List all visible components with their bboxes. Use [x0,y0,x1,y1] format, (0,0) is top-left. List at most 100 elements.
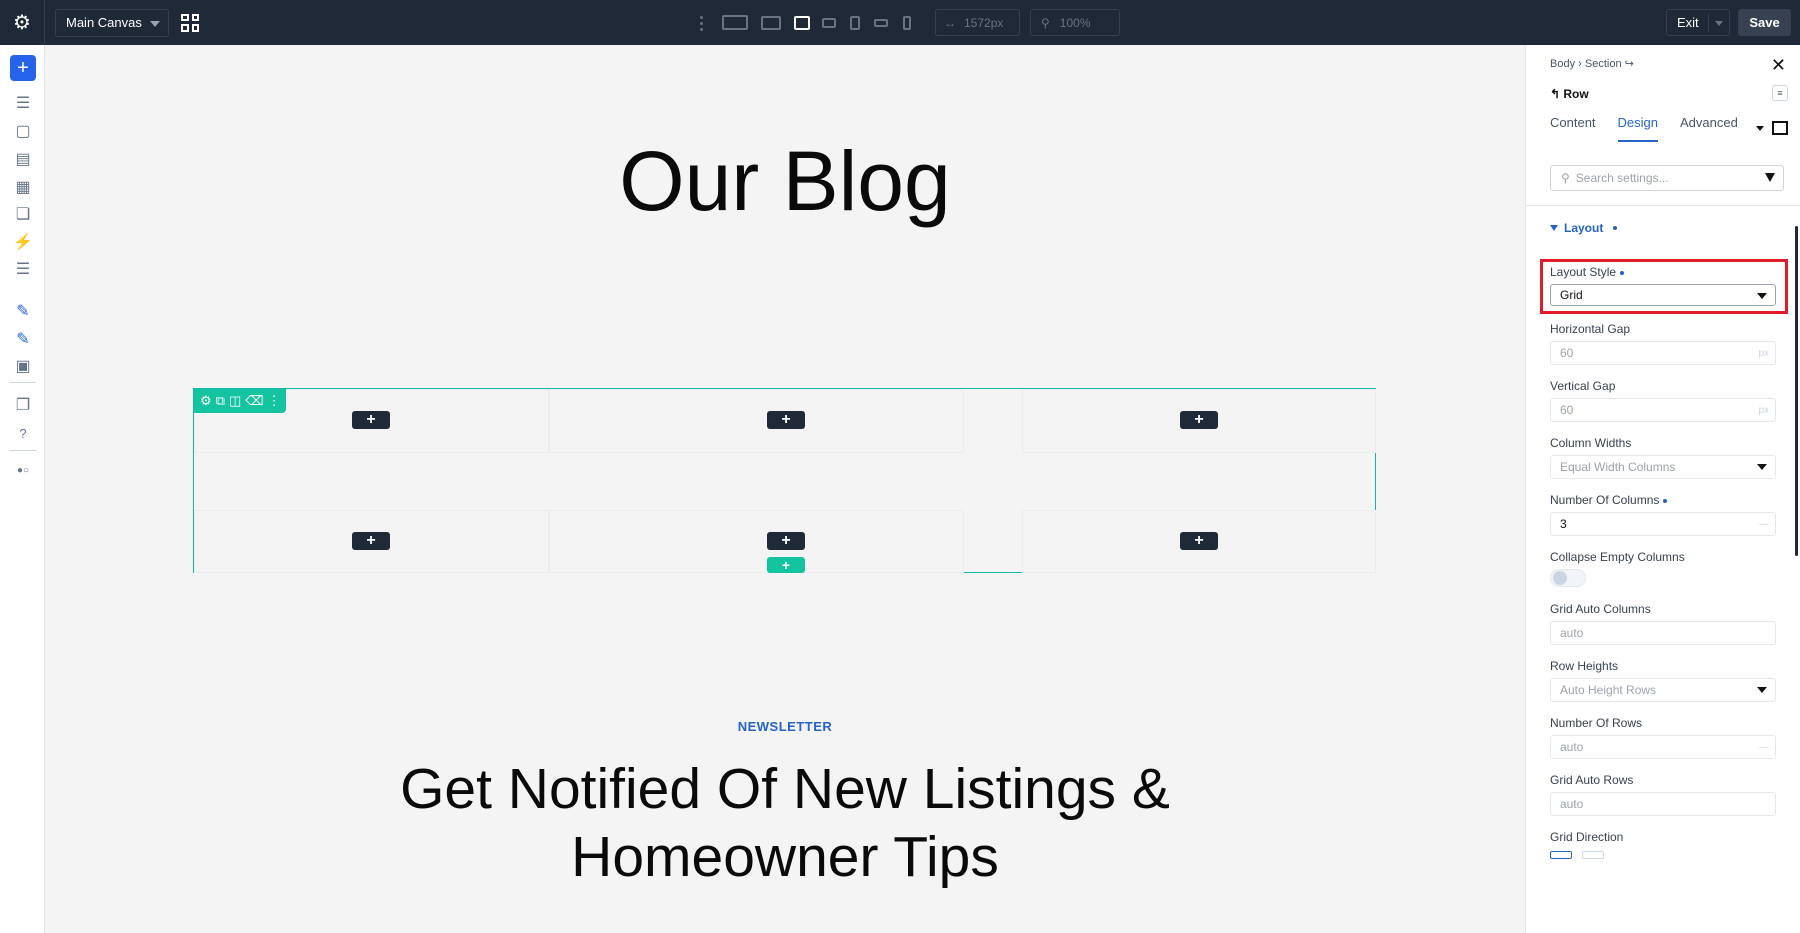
width-arrows-icon: ↔ [944,15,956,30]
layers-icon[interactable]: ☰ [12,92,34,114]
grid-direction-options [1550,851,1604,859]
grid-auto-rows-input[interactable]: auto [1550,792,1776,816]
filter-icon[interactable] [1765,173,1775,182]
cta-heading-line: Get Notified Of New Listings & [400,757,1170,821]
gear-icon[interactable]: ⚙ [200,393,212,409]
windows-icon[interactable]: ❐ [12,394,34,416]
help-icon[interactable]: ? [12,422,34,444]
wide-desktop-icon[interactable] [716,0,754,45]
lightning-icon[interactable]: ⚡ [12,231,34,253]
row-heights-label: Row Heights [1550,659,1619,673]
phone-portrait-icon[interactable] [894,0,920,45]
modified-dot [1613,226,1618,230]
number-of-columns-input[interactable]: 3 — [1550,512,1776,536]
column-widths-label: Column Widths [1550,436,1632,450]
close-icon[interactable]: ✕ [1771,55,1786,76]
zoom-value: 100% [1059,15,1091,30]
canvas-width-input[interactable]: ↔ 1572px [935,9,1020,36]
columns-icon[interactable]: ◫ [229,393,241,409]
element-title-label: Row [1563,87,1589,101]
grid-row[interactable]: + + + + + + ⚙ ⧉ ◫ ⌫ ⋮ + [193,388,1376,573]
newsletter-label: NEWSLETTER [737,719,833,734]
grid-auto-columns-label: Grid Auto Columns [1550,602,1651,616]
cta-heading: Get Notified Of New Listings & Homeowner… [45,755,1525,891]
number-of-columns-value: 3 [1560,517,1567,531]
number-of-rows-input[interactable]: auto — [1550,735,1776,759]
column-widths-select[interactable]: Equal Width Columns [1550,455,1776,479]
phone-landscape-icon[interactable] [868,0,894,45]
tab-design[interactable]: Design [1617,115,1659,142]
grid-cell[interactable] [549,510,964,573]
stepper-icon[interactable]: — [1759,519,1769,530]
exit-button[interactable]: Exit [1666,9,1730,36]
vertical-gap-value: 60 [1560,403,1574,417]
element-title: ↰ Row [1550,87,1589,101]
horizontal-gap-unit[interactable]: px [1758,348,1769,359]
chevron-down-icon[interactable] [1756,125,1764,131]
tab-content[interactable]: Content [1550,115,1596,142]
template-icon[interactable]: ▦ [12,176,34,198]
laptop-icon[interactable] [788,0,816,45]
trash-icon[interactable]: ⌫ [245,393,263,409]
theme-toggle-icon[interactable]: ●○ [12,459,34,481]
breadcrumb-section[interactable]: Section [1585,58,1622,70]
theme-builder-icon[interactable]: ▢ [12,120,34,142]
search-placeholder: Search settings... [1575,171,1669,185]
sliders-icon[interactable]: ≡ [1772,85,1788,101]
breadcrumb-body[interactable]: Body [1550,58,1575,70]
back-arrow-icon[interactable]: ↰ [1550,87,1563,101]
vertical-gap-unit[interactable]: px [1758,405,1769,416]
vertical-gap-label: Vertical Gap [1550,379,1616,393]
preview-icon[interactable]: ▣ [12,355,34,377]
grid-direction-column-icon[interactable] [1582,851,1604,859]
layout-section-toggle[interactable]: Layout [1550,221,1618,235]
save-button[interactable]: Save [1738,9,1791,36]
row-toolbar: ⚙ ⧉ ◫ ⌫ ⋮ [194,389,286,413]
list-icon[interactable]: ☰ [12,258,34,280]
square-icon[interactable] [1772,121,1788,135]
tab-advanced[interactable]: Advanced [1680,115,1738,142]
add-module-button[interactable]: + [352,532,390,550]
search-settings-input[interactable]: ⚲ Search settings... [1550,165,1784,191]
grid-cell[interactable] [549,389,964,453]
tablet-landscape-icon[interactable] [816,0,842,45]
highlight-box [1540,259,1788,314]
add-module-button[interactable]: + [352,411,390,429]
settings-gear-icon[interactable]: ⚙ [0,0,45,45]
vertical-gap-input[interactable]: 60 px [1550,398,1776,422]
panel-tabs: Content Design Advanced [1550,115,1738,142]
grid-direction-row-icon[interactable] [1550,851,1572,859]
arrow-right-icon: ↪ [1624,58,1634,70]
search-icon: ⚲ [1561,171,1570,185]
settings-panel: Body › Section ↪ ✕ ↰ Row ≡ Content Desig… [1525,45,1800,933]
multi-select-icon[interactable]: ✎ [12,328,34,350]
cursor-select-icon[interactable]: ✎ [12,300,34,322]
canvas-select[interactable]: Main Canvas [55,8,169,37]
collapse-empty-toggle[interactable] [1550,569,1586,587]
desktop-icon[interactable] [754,0,788,45]
duplicate-icon[interactable]: ⧉ [216,393,225,409]
horizontal-gap-input[interactable]: 60 px [1550,341,1776,365]
toggle-knob [1553,571,1567,585]
pages-icon[interactable]: ❏ [12,203,34,225]
row-heights-value: Auto Height Rows [1560,683,1657,697]
more-vertical-icon[interactable]: ⋮ [268,393,281,409]
add-module-button[interactable]: + [1180,411,1218,429]
panel-scrollbar[interactable] [1795,226,1798,556]
grid-auto-columns-input[interactable]: auto [1550,621,1776,645]
add-module-button[interactable]: + [767,532,805,550]
sidebar-divider [10,450,36,451]
column-widths-value: Equal Width Columns [1560,460,1676,474]
database-icon[interactable]: ▤ [12,148,34,170]
zoom-input[interactable]: ⚲ 100% [1030,9,1120,36]
layout-grid-icon[interactable] [181,13,199,32]
grid-auto-columns-value: auto [1560,626,1584,640]
add-module-button[interactable]: + [1180,532,1218,550]
add-element-icon[interactable]: + [10,55,36,81]
tablet-portrait-icon[interactable] [842,0,868,45]
chevron-down-icon[interactable] [1715,21,1723,26]
row-heights-select[interactable]: Auto Height Rows [1550,678,1776,702]
add-module-button[interactable]: + [767,411,805,429]
add-row-button[interactable]: + [767,557,805,573]
stepper-icon[interactable]: — [1759,742,1769,753]
